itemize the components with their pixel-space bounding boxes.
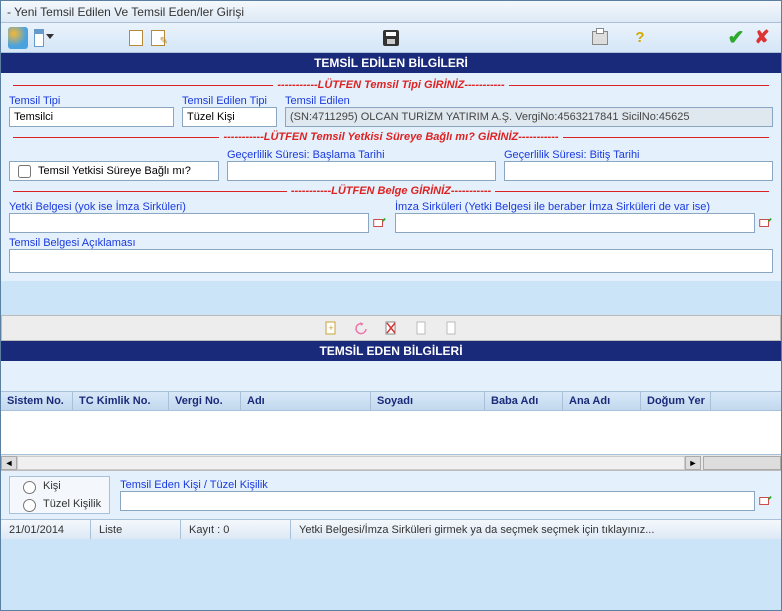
mid-doc1-button[interactable] xyxy=(413,320,429,336)
grid-horizontal-scrollbar[interactable]: ◄ ► xyxy=(1,455,781,471)
mid-delete-button[interactable] xyxy=(383,320,399,336)
input-aciklama[interactable] xyxy=(9,249,773,273)
browse-imza-sirkuleri-button[interactable] xyxy=(757,215,773,231)
calendar-icon xyxy=(34,29,44,47)
mid-new-button[interactable]: + xyxy=(323,320,339,336)
radio-kisi-text: Kişi xyxy=(43,480,61,492)
app-logo-icon[interactable] xyxy=(7,27,29,49)
confirm-button[interactable]: ✔ xyxy=(725,27,747,49)
copy-doc-button[interactable] xyxy=(125,27,147,49)
edit-doc-button[interactable] xyxy=(147,27,169,49)
grid-col-header[interactable]: Baba Adı xyxy=(485,392,563,410)
browse-yetki-belgesi-button[interactable] xyxy=(371,215,387,231)
label-imza-sirkuleri: İmza Sirküleri (Yetki Belgesi ile berabe… xyxy=(395,201,773,213)
grid-col-header[interactable]: Ana Adı xyxy=(563,392,641,410)
attach-icon xyxy=(372,216,386,230)
help-icon: ? xyxy=(635,29,644,46)
section-header-temsil-edilen: TEMSİL EDİLEN BİLGİLERİ xyxy=(1,53,781,73)
label-baslama: Geçerlilik Süresi: Başlama Tarihi xyxy=(227,149,496,161)
print-button[interactable] xyxy=(589,27,611,49)
save-icon xyxy=(383,30,399,46)
grid-col-header[interactable]: Soyadı xyxy=(371,392,485,410)
document-icon xyxy=(129,30,143,46)
help-button[interactable]: ? xyxy=(629,27,651,49)
grid-col-header[interactable]: TC Kimlik No. xyxy=(73,392,169,410)
label-yetki-belgesi: Yetki Belgesi (yok ise İmza Sirküleri) xyxy=(9,201,387,213)
grid-area: Sistem No.TC Kimlik No.Vergi No.AdıSoyad… xyxy=(1,391,781,471)
divider-temsil-tipi: -----------LÜTFEN Temsil Tipi GİRİNİZ---… xyxy=(9,79,773,91)
bottom-panel: Kişi Tüzel Kişilik Temsil Eden Kişi / Tü… xyxy=(1,471,781,519)
checkbox-sureye-bagli[interactable] xyxy=(18,165,31,178)
document-edit-icon xyxy=(151,30,165,46)
attach-icon xyxy=(758,494,772,508)
input-baslama-tarihi[interactable] xyxy=(227,161,496,181)
top-form-area: -----------LÜTFEN Temsil Tipi GİRİNİZ---… xyxy=(1,73,781,281)
check-icon: ✔ xyxy=(728,25,745,50)
svg-text:+: + xyxy=(328,323,333,333)
section-header-temsil-eden: TEMSİL EDEN BİLGİLERİ xyxy=(1,341,781,361)
input-imza-sirkuleri[interactable] xyxy=(395,213,755,233)
chevron-down-icon xyxy=(46,34,54,42)
grid-col-header[interactable]: Sistem No. xyxy=(1,392,73,410)
radio-kisi-label[interactable]: Kişi xyxy=(18,478,101,494)
status-bar: 21/01/2014 Liste Kayıt : 0 Yetki Belgesi… xyxy=(1,519,781,539)
grid-top-gap xyxy=(1,361,781,391)
close-icon: ✘ xyxy=(754,27,769,48)
scroll-left-arrow[interactable]: ◄ xyxy=(1,456,17,470)
status-record: Kayıt : 0 xyxy=(181,520,291,539)
radio-kisi[interactable] xyxy=(23,481,36,494)
entity-type-radio-group: Kişi Tüzel Kişilik xyxy=(9,476,110,514)
grid-col-header[interactable]: Doğum Yer xyxy=(641,392,711,410)
status-message: Yetki Belgesi/İmza Sirküleri girmek ya d… xyxy=(291,520,781,539)
grid-col-header[interactable]: Adı xyxy=(241,392,371,410)
radio-tuzel-text: Tüzel Kişilik xyxy=(43,498,101,510)
grid-body[interactable] xyxy=(1,411,781,455)
print-icon xyxy=(592,31,608,45)
save-button[interactable] xyxy=(380,27,402,49)
browse-temsil-eden-button[interactable] xyxy=(757,493,773,509)
label-sureye-bagli: Temsil Yetkisi Süreye Bağlı mı? xyxy=(38,165,191,177)
divider-sure: -----------LÜTFEN Temsil Yetkisi Süreye … xyxy=(9,131,773,143)
attach-icon xyxy=(758,216,772,230)
scroll-right-arrow[interactable]: ► xyxy=(685,456,701,470)
grid-col-header[interactable]: Vergi No. xyxy=(169,392,241,410)
input-yetki-belgesi[interactable] xyxy=(9,213,369,233)
label-te-kisi: Temsil Eden Kişi / Tüzel Kişilik xyxy=(120,479,773,491)
calendar-dropdown-button[interactable] xyxy=(33,27,55,49)
main-toolbar: ? ✔ ✘ xyxy=(1,23,781,53)
label-temsil-edilen: Temsil Edilen xyxy=(285,95,773,107)
label-temsil-tipi: Temsil Tipi xyxy=(9,95,174,107)
scroll-track[interactable] xyxy=(17,456,685,470)
label-bitis: Geçerlilik Süresi: Bitiş Tarihi xyxy=(504,149,773,161)
scroll-corner xyxy=(703,456,781,470)
window-titlebar: - Yeni Temsil Edilen Ve Temsil Eden/ler … xyxy=(1,1,781,23)
grid-header: Sistem No.TC Kimlik No.Vergi No.AdıSoyad… xyxy=(1,391,781,411)
label-temsil-edilen-tipi: Temsil Edilen Tipi xyxy=(182,95,277,107)
radio-tuzel-label[interactable]: Tüzel Kişilik xyxy=(18,496,101,512)
input-temsil-edilen xyxy=(285,107,773,127)
cancel-button[interactable]: ✘ xyxy=(751,27,773,49)
status-date: 21/01/2014 xyxy=(1,520,91,539)
middle-toolbar: + xyxy=(1,315,781,341)
status-mode: Liste xyxy=(91,520,181,539)
divider-belge: -----------LÜTFEN Belge GİRİNİZ---------… xyxy=(9,185,773,197)
input-temsil-eden-kisi[interactable] xyxy=(120,491,755,511)
radio-tuzel[interactable] xyxy=(23,499,36,512)
input-temsil-tipi[interactable] xyxy=(9,107,174,127)
input-bitis-tarihi[interactable] xyxy=(504,161,773,181)
checkbox-sureye-bagli-wrap[interactable]: Temsil Yetkisi Süreye Bağlı mı? xyxy=(9,161,219,181)
input-temsil-edilen-tipi[interactable] xyxy=(182,107,277,127)
mid-undo-button[interactable] xyxy=(353,320,369,336)
label-aciklama: Temsil Belgesi Açıklaması xyxy=(9,237,773,249)
mid-doc2-button[interactable] xyxy=(443,320,459,336)
window-title: - Yeni Temsil Edilen Ve Temsil Eden/ler … xyxy=(7,5,244,19)
